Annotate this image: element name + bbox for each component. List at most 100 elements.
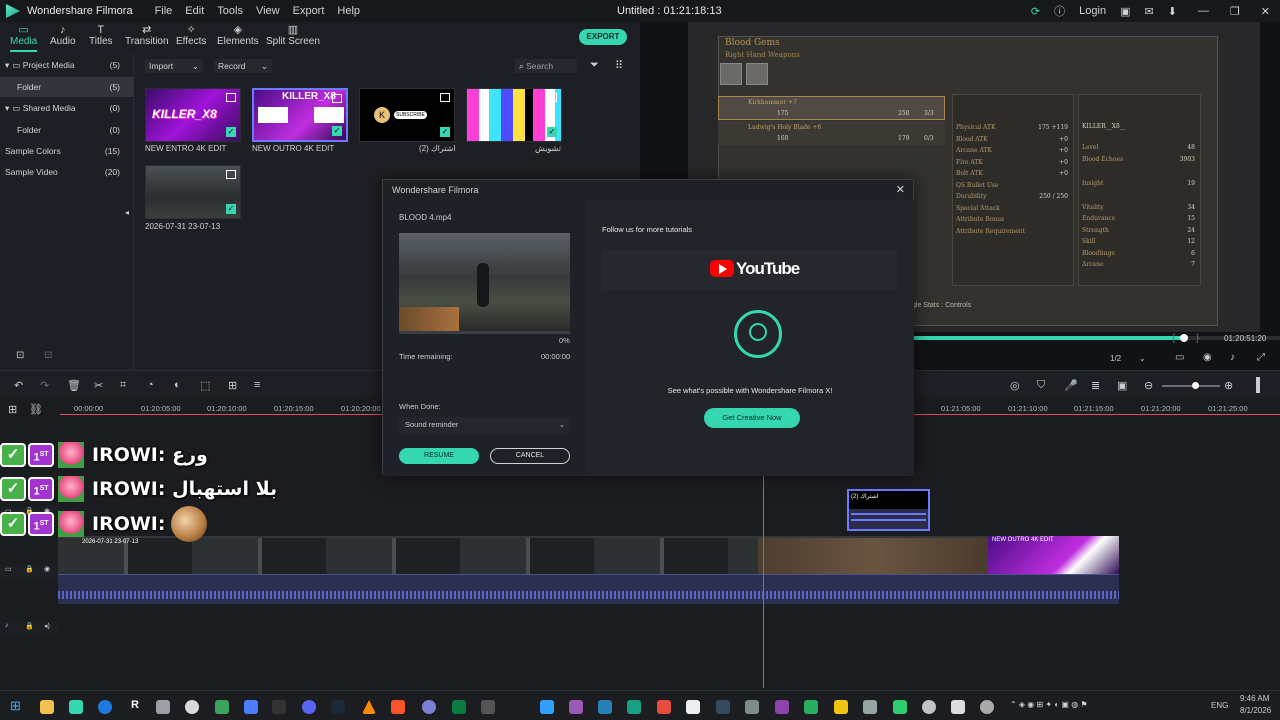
close-icon[interactable]: ✕ [1261,5,1270,18]
cancel-button[interactable]: CANCEL [490,448,570,464]
epic-games-icon[interactable] [272,700,286,714]
clock-date[interactable]: 8/1/2026 [1240,706,1271,715]
fullscreen-icon[interactable]: ⤢ [1257,352,1265,363]
audio-settings-icon[interactable]: ≡ [254,379,260,391]
app-icon[interactable] [156,700,170,714]
zoom-out-icon[interactable]: ⊖ [1144,379,1153,392]
mail-icon[interactable]: ✉ [1144,5,1153,18]
record-dropdown[interactable]: Record ⌄ [214,59,272,73]
save-icon[interactable]: ▣ [1120,5,1130,18]
tab-audio[interactable]: ♪ Audio [50,24,76,47]
snapshot-icon[interactable]: ◉ [1203,352,1212,363]
media-thumb-recording[interactable]: ✓ [145,165,241,219]
when-done-select[interactable]: Sound reminder ⌄ [399,417,570,433]
app-icon[interactable] [980,700,994,714]
app-icon[interactable] [686,700,700,714]
sidebar-item-folder[interactable]: Folder (5) [0,77,134,97]
file-explorer-icon[interactable] [40,700,54,714]
tab-effects[interactable]: ✧ Effects [176,24,206,47]
app-icon[interactable] [863,700,877,714]
media-thumb-outro[interactable]: KILLER_X8 ✓ [252,88,348,142]
crop-icon[interactable]: ⌗ [120,379,126,392]
display-icon[interactable]: ▭ [1175,352,1184,363]
undo-icon[interactable]: ↶ [14,379,23,392]
redo-icon[interactable]: ↷ [40,379,49,392]
clock-time[interactable]: 9:46 AM [1240,694,1269,703]
mark-out-icon[interactable]: } [1196,333,1199,344]
obs-icon[interactable] [185,700,199,714]
link-icon[interactable]: ⛓ [29,403,43,416]
sync-icon[interactable]: ⟳ [1031,5,1040,18]
system-tray-icons[interactable]: ⌃ ◈ ◉ ⊞ ✦ ◐ ▣ ◍ ⚑ [1010,700,1088,709]
tab-split-screen[interactable]: ▥ Split Screen [266,24,320,47]
add-track-icon[interactable]: ⊞ [8,403,17,416]
maximize-icon[interactable]: ❐ [1230,5,1240,18]
subscribe-clip[interactable]: (اشتراك (2 [847,489,930,531]
app-icon[interactable] [422,700,436,714]
search-input[interactable]: ⌕ Search [515,59,577,73]
app-icon[interactable] [834,700,848,714]
login-button[interactable]: Login [1079,5,1106,17]
app-icon[interactable] [804,700,818,714]
youtube-banner[interactable]: YouTube [602,250,898,290]
app-icon[interactable] [244,700,258,714]
resume-button[interactable]: RESUME [399,448,479,464]
app-icon[interactable] [598,700,612,714]
media-thumb-subscribe[interactable]: K SUBSCRIBE ✓ [359,88,455,142]
grid-view-icon[interactable]: ⠿ [615,59,623,72]
close-icon[interactable]: ✕ [896,183,905,196]
delete-icon[interactable]: 🗑 [67,379,81,392]
zoom-slider-handle[interactable] [1192,382,1199,389]
new-folder-icon[interactable]: ⊡ [16,350,24,361]
import-dropdown[interactable]: Import ⌄ [145,59,203,73]
app-icon[interactable] [716,700,730,714]
menu-edit[interactable]: Edit [185,5,204,17]
menu-help[interactable]: Help [337,5,360,17]
voiceover-icon[interactable]: ≣ [1091,379,1100,392]
lock-icon[interactable]: 🔒 [25,565,34,573]
app-icon[interactable] [951,700,965,714]
app-icon[interactable] [893,700,907,714]
speaker-icon[interactable]: ◂) [44,622,50,630]
app-icon[interactable] [569,700,583,714]
timeline-menu-handle[interactable] [1256,377,1260,393]
green-screen-icon[interactable]: ⬚ [200,379,210,392]
app-icon[interactable] [540,700,554,714]
export-button[interactable]: EXPORT [579,29,627,45]
playhead[interactable] [763,476,764,688]
steam-icon[interactable] [331,700,345,714]
cut-icon[interactable]: ✂ [94,379,103,392]
delete-folder-icon[interactable]: ⊡ [44,350,52,361]
tab-elements[interactable]: ◈ Elements [217,24,259,47]
volume-icon[interactable]: ♪ [1230,352,1235,363]
minimize-icon[interactable]: — [1198,5,1209,17]
app-icon[interactable] [452,700,466,714]
menu-export[interactable]: Export [293,5,325,17]
app-icon[interactable] [215,700,229,714]
eye-icon[interactable]: ◉ [44,565,50,573]
video-clip[interactable]: 2026-07-31 23-07-13 [58,536,1119,574]
app-icon[interactable] [627,700,641,714]
menu-view[interactable]: View [256,5,280,17]
sidebar-item-project-media[interactable]: ▾ ▭ Project Media (5) [0,55,134,75]
discord-icon[interactable] [302,700,316,714]
sidebar-item-shared-media[interactable]: ▾ ▭ Shared Media (0) [0,98,134,118]
get-creative-now-button[interactable]: Get Creative Now [704,408,800,428]
microphone-icon[interactable]: 🎤 [1064,379,1078,392]
marker-icon[interactable]: ⛉ [1037,379,1045,392]
download-icon[interactable]: ⬇ [1168,5,1177,18]
filmora-icon[interactable] [69,700,83,714]
render-icon[interactable]: ◎ [1010,379,1020,392]
sidebar-item-sample-video[interactable]: Sample Video (20) [0,162,134,182]
language-indicator[interactable]: ENG [1211,701,1228,710]
color-icon[interactable]: ◐ [174,379,181,391]
preview-scrubber-handle[interactable] [1180,334,1188,342]
tab-titles[interactable]: T Titles [89,24,113,47]
app-icon[interactable] [481,700,495,714]
windows-start-icon[interactable]: ⊞ [10,698,21,714]
info-icon[interactable]: ⓘ [1054,3,1065,19]
edge-icon[interactable] [98,700,112,714]
sidebar-item-shared-folder[interactable]: Folder (0) [0,120,134,140]
menu-file[interactable]: File [155,5,173,17]
tab-media[interactable]: ▭ Media [10,24,38,52]
